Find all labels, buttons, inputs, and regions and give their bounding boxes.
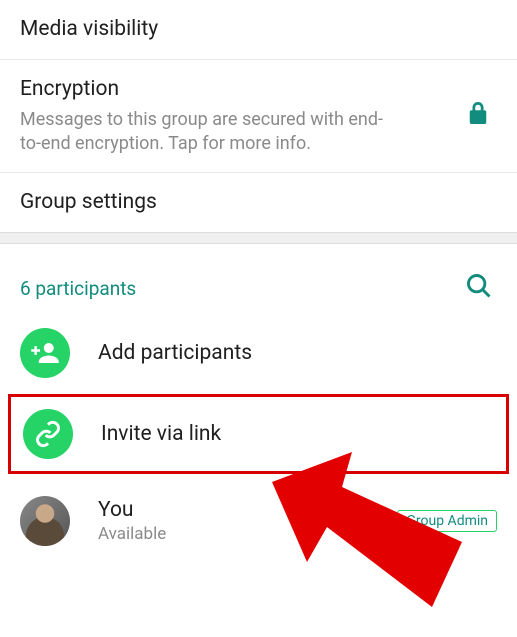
- media-visibility-title: Media visibility: [20, 16, 497, 43]
- search-icon[interactable]: [465, 272, 493, 304]
- admin-badge: Group Admin: [397, 510, 497, 532]
- group-settings-row[interactable]: Group settings: [0, 173, 517, 232]
- section-divider: [0, 232, 517, 244]
- participants-count: 6 participants: [20, 277, 136, 300]
- group-settings-title: Group settings: [20, 189, 497, 216]
- participant-you-row[interactable]: You Available Group Admin: [0, 478, 517, 558]
- encryption-subtitle: Messages to this group are secured with …: [20, 108, 400, 157]
- setting-text: Media visibility: [20, 16, 497, 43]
- avatar: [20, 496, 70, 546]
- add-person-icon: [20, 328, 70, 378]
- media-visibility-row[interactable]: Media visibility: [0, 0, 517, 60]
- setting-text: Encryption Messages to this group are se…: [20, 76, 467, 156]
- encryption-title: Encryption: [20, 76, 467, 103]
- setting-text: Group settings: [20, 189, 497, 216]
- link-icon: [23, 409, 73, 459]
- lock-icon: [467, 100, 497, 132]
- encryption-row[interactable]: Encryption Messages to this group are se…: [0, 60, 517, 173]
- member-text: Invite via link: [101, 422, 494, 446]
- participant-you-status: Available: [98, 524, 369, 544]
- participant-you-name: You: [98, 498, 369, 522]
- add-participants-label: Add participants: [98, 341, 497, 365]
- add-participants-row[interactable]: Add participants: [0, 316, 517, 390]
- participants-header: 6 participants: [0, 244, 517, 316]
- invite-via-link-row[interactable]: Invite via link: [8, 394, 509, 474]
- invite-link-label: Invite via link: [101, 422, 494, 446]
- member-text: Add participants: [98, 341, 497, 365]
- member-text: You Available: [98, 498, 369, 544]
